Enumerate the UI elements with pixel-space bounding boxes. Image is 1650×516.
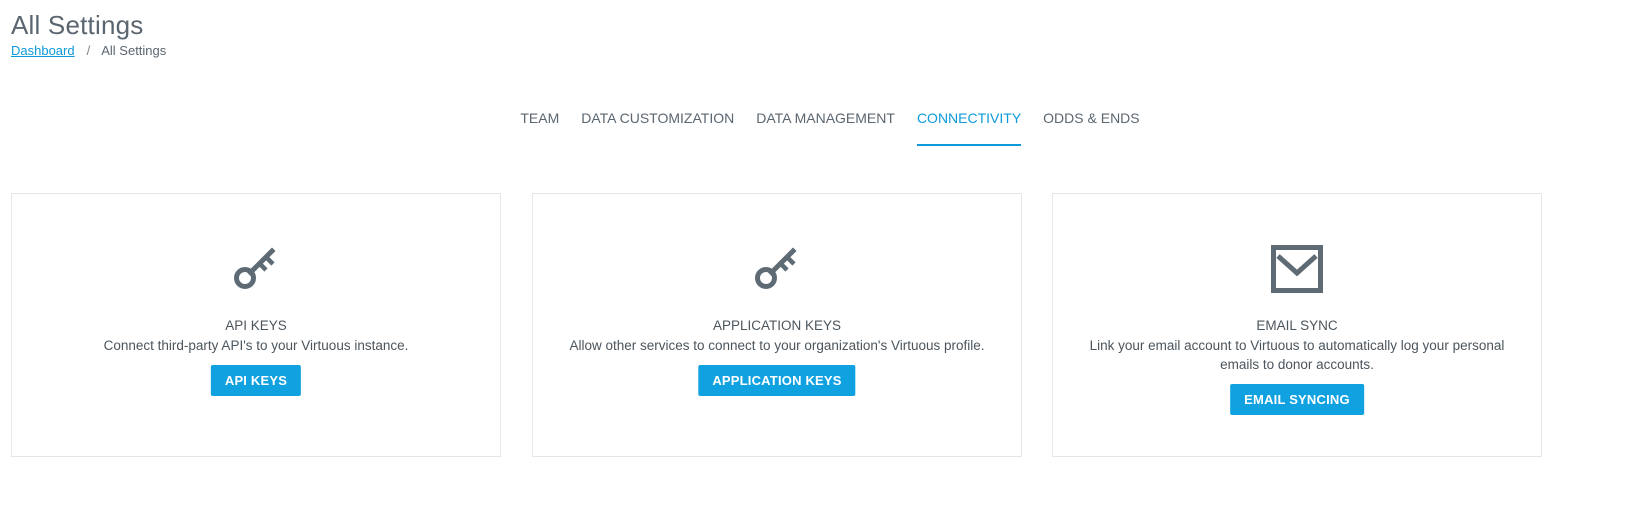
- tab-team[interactable]: TEAM: [520, 104, 559, 140]
- breadcrumb-dashboard-link[interactable]: Dashboard: [11, 43, 75, 58]
- card-description: Allow other services to connect to your …: [569, 338, 985, 353]
- card-title: API KEYS: [225, 318, 287, 333]
- settings-page: All Settings Dashboard / All Settings TEAM…: [0, 0, 1650, 516]
- tab-connectivity[interactable]: CONNECTIVITY: [916, 104, 1022, 146]
- card-title: EMAIL SYNC: [1256, 318, 1338, 333]
- application-keys-button[interactable]: APPLICATION KEYS: [698, 365, 856, 396]
- settings-tabs: TEAM DATA CUSTOMIZATION DATA MANAGEMENT …: [0, 104, 1650, 146]
- api-keys-card: API KEYS Connect third-party API's to yo…: [11, 193, 501, 457]
- card-title: APPLICATION KEYS: [712, 318, 842, 333]
- breadcrumb-separator: /: [86, 43, 91, 58]
- api-keys-button[interactable]: API KEYS: [210, 365, 302, 396]
- breadcrumb: Dashboard / All Settings: [11, 43, 166, 59]
- key-icon: [12, 244, 500, 296]
- card-description: Connect third-party API's to your Virtuo…: [103, 338, 409, 353]
- email-syncing-button[interactable]: EMAIL SYNCING: [1230, 384, 1364, 415]
- page-title: All Settings: [11, 10, 144, 40]
- key-icon: [533, 244, 1021, 296]
- breadcrumb-current: All Settings: [101, 43, 167, 58]
- connectivity-cards: API KEYS Connect third-party API's to yo…: [11, 193, 1543, 459]
- tab-data-customization[interactable]: DATA CUSTOMIZATION: [581, 104, 734, 140]
- card-description: Link your email account to Virtuous to a…: [1089, 338, 1505, 372]
- tab-odds-and-ends[interactable]: ODDS & ENDS: [1043, 104, 1139, 140]
- application-keys-card: APPLICATION KEYS Allow other services to…: [532, 193, 1022, 457]
- envelope-icon: [1053, 244, 1541, 296]
- tab-data-management[interactable]: DATA MANAGEMENT: [756, 104, 895, 140]
- email-sync-card: EMAIL SYNC Link your email account to Vi…: [1052, 193, 1542, 457]
